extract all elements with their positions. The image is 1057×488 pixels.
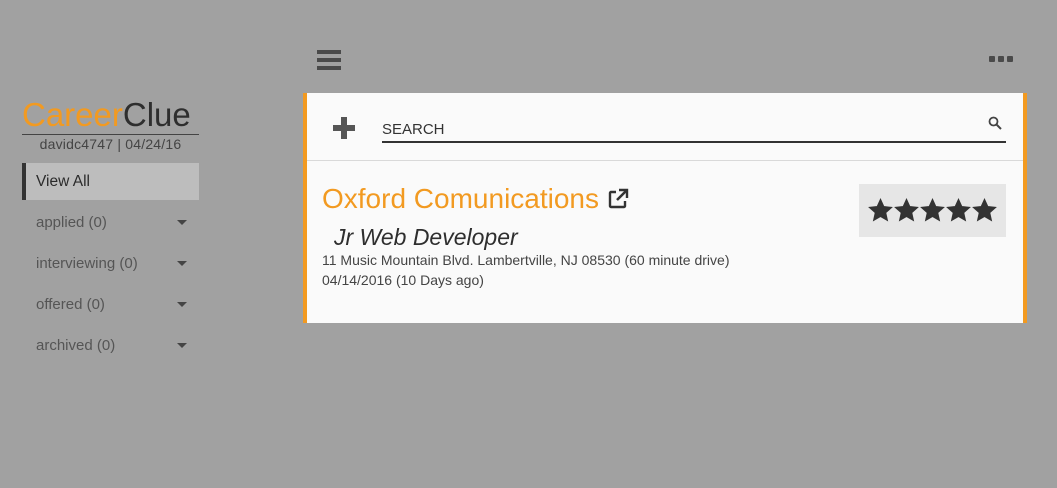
job-address: 11 Music Mountain Blvd. Lambertville, NJ… <box>322 252 730 268</box>
caret-down-icon[interactable] <box>177 261 187 266</box>
caret-down-icon[interactable] <box>177 343 187 348</box>
plus-icon[interactable] <box>333 117 355 139</box>
rating <box>859 184 1006 237</box>
search-icon[interactable] <box>988 116 1002 130</box>
sidebar-item-label: archived (0) <box>36 337 116 354</box>
caret-down-icon[interactable] <box>177 220 187 225</box>
job-title: Jr Web Developer <box>334 224 518 250</box>
company-name: Oxford Comunications <box>322 183 600 214</box>
sidebar-item-applied[interactable]: applied (0) <box>22 204 199 241</box>
logo-part-clue: Clue <box>122 96 191 133</box>
sidebar-item-interviewing[interactable]: interviewing (0) <box>22 245 199 282</box>
star-icon[interactable] <box>946 198 971 223</box>
sidebar-item-archived[interactable]: archived (0) <box>22 327 199 364</box>
sidebar-item-label: View All <box>36 172 90 190</box>
user-info: davidc4747 | 04/24/16 <box>39 136 182 152</box>
menu-icon[interactable] <box>317 50 341 70</box>
job-date: 04/14/2016 (10 Days ago) <box>322 272 484 288</box>
sidebar-item-label: offered (0) <box>36 296 105 313</box>
app: CareerClue davidc4747 | 04/24/16 View Al… <box>0 0 1057 488</box>
star-icon[interactable] <box>868 198 893 223</box>
star-icon[interactable] <box>894 198 919 223</box>
company-name-link[interactable]: Oxford Comunications <box>322 183 629 215</box>
logo: CareerClue <box>22 96 199 135</box>
sidebar-item-view-all[interactable]: View All <box>22 163 199 200</box>
search-input[interactable] <box>382 111 972 141</box>
sidebar-item-label: applied (0) <box>36 214 107 231</box>
sidebar-nav: View All applied (0) interviewing (0) of… <box>22 163 199 368</box>
search-field <box>382 111 1006 143</box>
job-card: Oxford Comunications Jr Web Developer 11… <box>303 93 1027 323</box>
caret-down-icon[interactable] <box>177 302 187 307</box>
sidebar-item-offered[interactable]: offered (0) <box>22 286 199 323</box>
more-icon[interactable] <box>989 56 1013 62</box>
logo-part-career: Career <box>22 96 123 133</box>
star-icon[interactable] <box>920 198 945 223</box>
sidebar-item-label: interviewing (0) <box>36 255 138 272</box>
external-link-icon[interactable] <box>607 188 629 210</box>
star-icon[interactable] <box>972 198 997 223</box>
search-bar <box>307 93 1023 161</box>
